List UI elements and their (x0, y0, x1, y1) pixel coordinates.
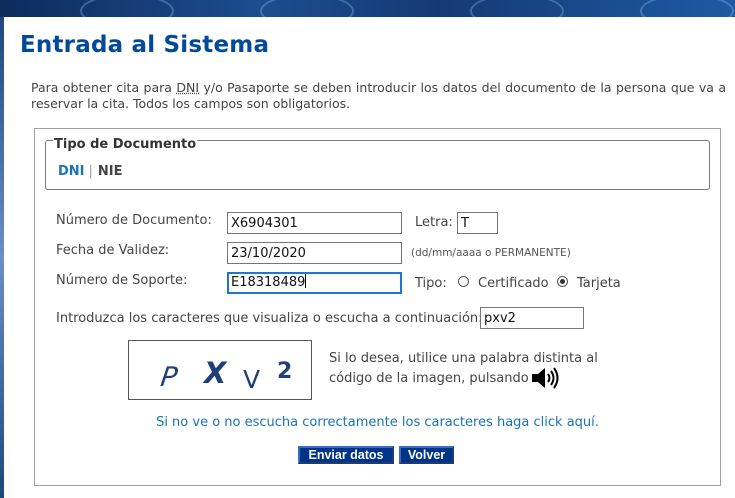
captcha-char-1: P (159, 362, 180, 393)
speaker-icon[interactable] (531, 367, 559, 389)
captcha-char-2: X (202, 356, 228, 390)
doc-number-label: Número de Documento: (56, 213, 212, 228)
captcha-note-line1: Si lo desea, utilice una palabra distint… (329, 351, 598, 366)
doc-type-tabs: DNI | NIE (58, 164, 123, 179)
tab-separator: | (88, 164, 93, 179)
validity-date-input[interactable] (227, 242, 402, 264)
letter-label: Letra: (415, 215, 453, 230)
page-title: Entrada al Sistema (20, 32, 270, 58)
radio-tarjeta-label[interactable]: Tarjeta (577, 276, 621, 291)
header-banner (0, 0, 735, 17)
radio-certificado-label[interactable]: Certificado (478, 276, 549, 291)
tab-nie[interactable]: NIE (98, 164, 123, 179)
doc-type-legend: Tipo de Documento (53, 137, 198, 152)
letter-input[interactable] (457, 212, 498, 234)
captcha-help-link[interactable]: Si no ve o no escucha correctamente los … (0, 415, 735, 430)
back-button[interactable]: Volver (399, 446, 454, 464)
radio-certificado[interactable] (458, 276, 469, 287)
text-caret (305, 274, 307, 288)
support-number-label: Número de Soporte: (56, 273, 188, 288)
type-label: Tipo: (415, 276, 447, 291)
captcha-char-4: 2 (277, 359, 292, 384)
captcha-input[interactable] (480, 307, 584, 329)
validity-hint: (dd/mm/aaaa o PERMANENTE) (411, 247, 571, 259)
submit-button[interactable]: Enviar datos (298, 446, 394, 464)
tab-dni[interactable]: DNI (58, 164, 85, 179)
support-number-value: E18318489 (231, 275, 306, 290)
radio-tarjeta[interactable] (557, 276, 568, 287)
doc-number-input[interactable] (227, 212, 402, 234)
captcha-svg: P X V 2 (159, 356, 293, 394)
intro-abbr-dni: DNI (176, 80, 200, 95)
support-number-input[interactable]: E18318489 (227, 272, 402, 294)
intro-prefix: Para obtener cita para (31, 80, 177, 95)
captcha-char-3: V (243, 365, 260, 394)
captcha-image: P X V 2 (128, 340, 312, 400)
intro-text: Para obtener cita para DNI y/o Pasaporte… (31, 80, 726, 112)
captcha-label: Introduzca los caracteres que visualiza … (56, 311, 483, 326)
validity-label: Fecha de Validez: (56, 243, 170, 258)
